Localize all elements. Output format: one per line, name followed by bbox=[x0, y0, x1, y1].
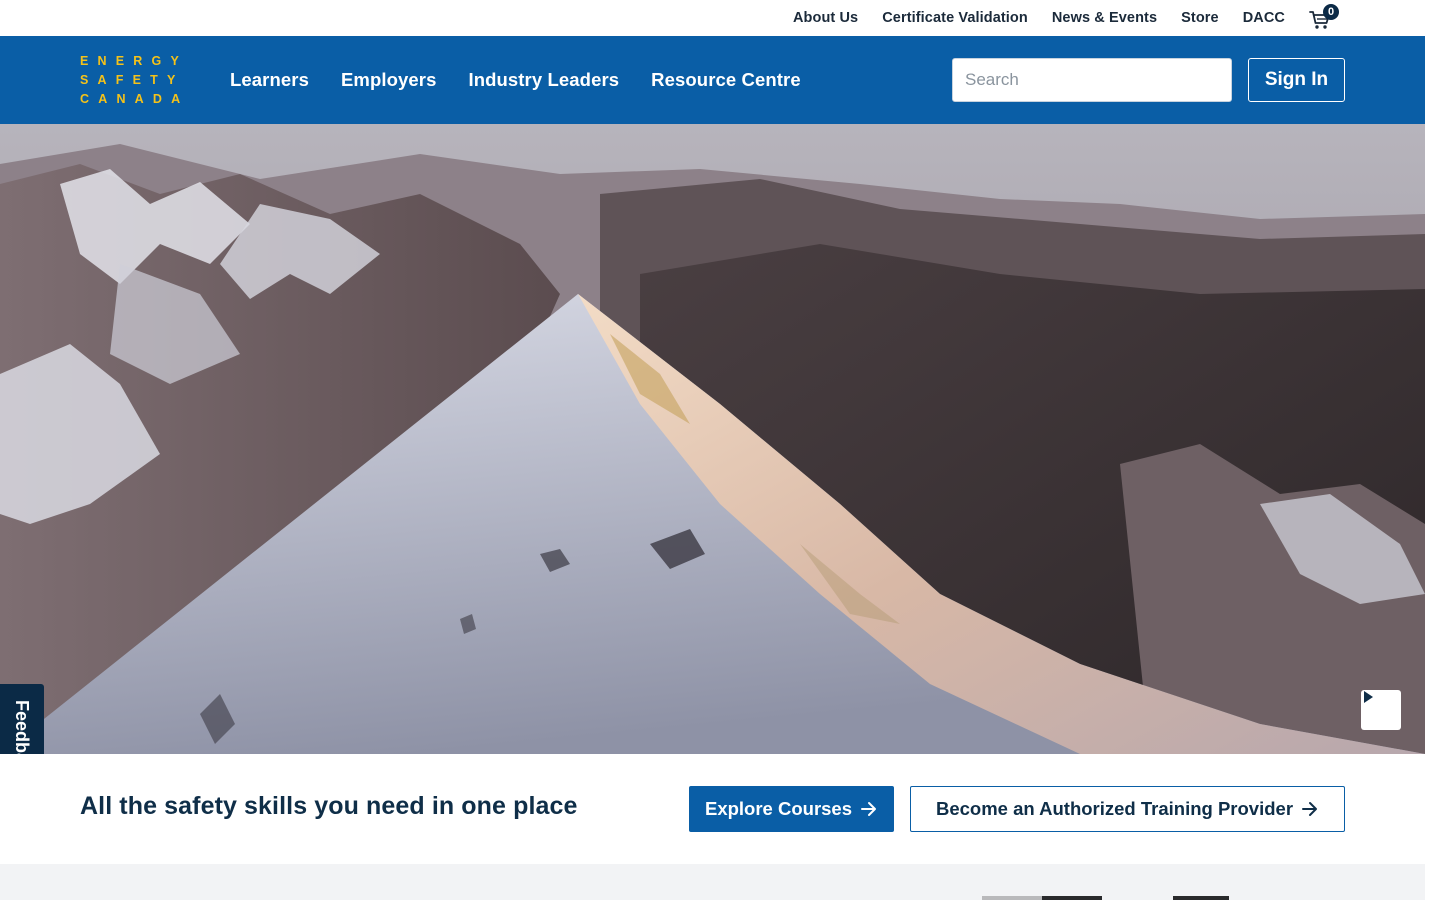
next-section bbox=[0, 864, 1425, 900]
nav-item-employers[interactable]: Employers bbox=[341, 69, 437, 91]
nav-item-industry-leaders[interactable]: Industry Leaders bbox=[468, 69, 619, 91]
utility-link-about-us[interactable]: About Us bbox=[793, 10, 858, 26]
play-icon bbox=[1364, 691, 1373, 703]
section-image bbox=[982, 896, 1102, 900]
utility-link-dacc[interactable]: DACC bbox=[1243, 10, 1285, 26]
become-training-provider-button[interactable]: Become an Authorized Training Provider bbox=[910, 786, 1345, 832]
tagline-section: All the safety skills you need in one pl… bbox=[0, 754, 1425, 864]
utility-link-certificate-validation[interactable]: Certificate Validation bbox=[882, 10, 1028, 26]
explore-courses-label: Explore Courses bbox=[704, 798, 853, 819]
primary-nav: Learners Employers Industry Leaders Reso… bbox=[230, 36, 801, 124]
nav-item-learners[interactable]: Learners bbox=[230, 69, 309, 91]
page-scrollbar-track[interactable] bbox=[1425, 0, 1440, 900]
nav-item-resource-centre[interactable]: Resource Centre bbox=[651, 69, 801, 91]
section-image bbox=[1173, 896, 1229, 900]
logo-line: ENERGY bbox=[80, 54, 188, 68]
main-header: ENERGY SAFETY CANADA Learners Employers … bbox=[0, 36, 1425, 124]
video-play-button[interactable] bbox=[1361, 690, 1401, 730]
energy-safety-canada-logo[interactable]: ENERGY SAFETY CANADA bbox=[80, 54, 188, 106]
tagline-heading: All the safety skills you need in one pl… bbox=[80, 792, 578, 820]
hero-mountain-image bbox=[0, 124, 1425, 754]
utility-link-store[interactable]: Store bbox=[1181, 10, 1219, 26]
arrow-right-icon bbox=[861, 802, 877, 816]
logo-line: CANADA bbox=[80, 92, 190, 106]
cart-count-badge: 0 bbox=[1323, 4, 1339, 20]
utility-nav: About Us Certificate Validation News & E… bbox=[793, 0, 1285, 36]
hero-video bbox=[0, 124, 1425, 754]
arrow-right-icon bbox=[1302, 802, 1318, 816]
logo-line: SAFETY bbox=[80, 73, 185, 87]
explore-courses-button[interactable]: Explore Courses bbox=[689, 786, 894, 832]
utility-bar: About Us Certificate Validation News & E… bbox=[0, 0, 1425, 36]
search-input[interactable] bbox=[952, 58, 1232, 102]
become-training-provider-label: Become an Authorized Training Provider bbox=[935, 798, 1294, 819]
sign-in-button[interactable]: Sign In bbox=[1248, 58, 1345, 102]
cart-button[interactable]: 0 bbox=[1309, 4, 1339, 32]
utility-link-news-events[interactable]: News & Events bbox=[1052, 10, 1157, 26]
